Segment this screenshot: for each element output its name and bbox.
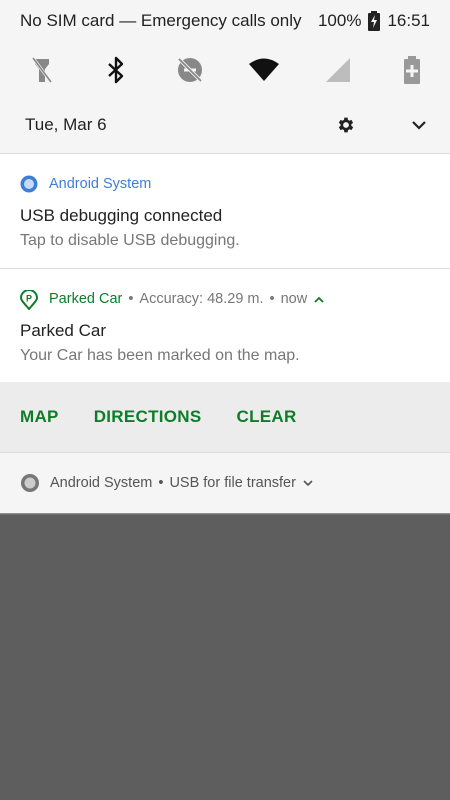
date-row: Tue, Mar 6 — [0, 97, 450, 153]
notification-actions: MAP DIRECTIONS CLEAR — [0, 382, 450, 452]
quick-settings-row — [0, 42, 450, 97]
battery-charging-icon — [368, 11, 381, 31]
flashlight-tile[interactable] — [26, 54, 58, 86]
do-not-disturb-tile[interactable] — [174, 54, 206, 86]
notification-shade: No SIM card — Emergency calls only 100% … — [0, 0, 450, 515]
parking-pin-icon: P — [20, 290, 38, 310]
cellular-signal-icon — [326, 57, 350, 82]
battery-percent: 100% — [317, 11, 362, 30]
clear-action-button[interactable]: CLEAR — [237, 407, 297, 427]
separator-dot: • — [128, 291, 134, 307]
clock: 16:51 — [387, 11, 430, 30]
bluetooth-icon — [108, 56, 124, 83]
app-name: Parked Car — [49, 291, 123, 307]
chevron-down-icon — [412, 121, 426, 130]
cellular-tile[interactable] — [322, 54, 354, 86]
app-name: Android System — [49, 176, 152, 192]
notification-time: now — [280, 291, 308, 307]
notification-title: Parked Car — [20, 321, 106, 340]
notification-title: USB debugging connected — [20, 206, 223, 225]
app-name: Android System — [50, 475, 153, 491]
notification-body: Tap to disable USB debugging. — [20, 232, 240, 249]
notification-summary: USB for file transfer — [169, 475, 296, 491]
notification-parked-car[interactable]: P Parked Car • Accuracy: 48.29 m. • now … — [0, 268, 450, 382]
gear-icon — [338, 117, 354, 133]
expand-button[interactable] — [314, 296, 324, 303]
chevron-down-icon — [303, 479, 313, 486]
collapse-button[interactable] — [412, 120, 426, 130]
notification-usb-file-transfer[interactable]: Android System • USB for file transfer — [0, 452, 450, 513]
do-not-disturb-off-icon — [177, 57, 203, 82]
notification-header: P Parked Car • Accuracy: 48.29 m. • now — [20, 269, 430, 313]
shade-shadow — [0, 513, 450, 515]
notification-usb-debugging[interactable]: Android System USB debugging connected T… — [0, 153, 450, 268]
android-system-icon — [20, 175, 38, 193]
bluetooth-tile[interactable] — [100, 54, 132, 86]
notification-body: Your Car has been marked on the map. — [20, 347, 300, 364]
directions-action-button[interactable]: DIRECTIONS — [94, 407, 202, 427]
wifi-tile[interactable] — [248, 54, 280, 86]
expand-button[interactable] — [303, 479, 313, 487]
flashlight-off-icon — [31, 56, 53, 83]
status-bar: No SIM card — Emergency calls only 100% … — [0, 0, 450, 42]
date-label: Tue, Mar 6 — [25, 115, 107, 134]
separator-dot: • — [158, 475, 164, 491]
separator-dot: • — [269, 291, 275, 307]
android-system-icon — [20, 473, 40, 493]
svg-text:P: P — [26, 294, 32, 304]
battery-saver-tile[interactable] — [396, 54, 428, 86]
battery-saver-icon — [404, 55, 420, 84]
chevron-up-icon — [314, 296, 324, 303]
settings-button[interactable] — [336, 115, 356, 135]
notification-header: Android System — [20, 154, 430, 198]
notification-meta: Accuracy: 48.29 m. — [139, 291, 264, 307]
carrier-text: No SIM card — Emergency calls only — [20, 11, 302, 30]
map-action-button[interactable]: MAP — [20, 407, 59, 427]
status-right: 100% 16:51 — [318, 11, 430, 31]
wifi-icon — [249, 58, 279, 81]
